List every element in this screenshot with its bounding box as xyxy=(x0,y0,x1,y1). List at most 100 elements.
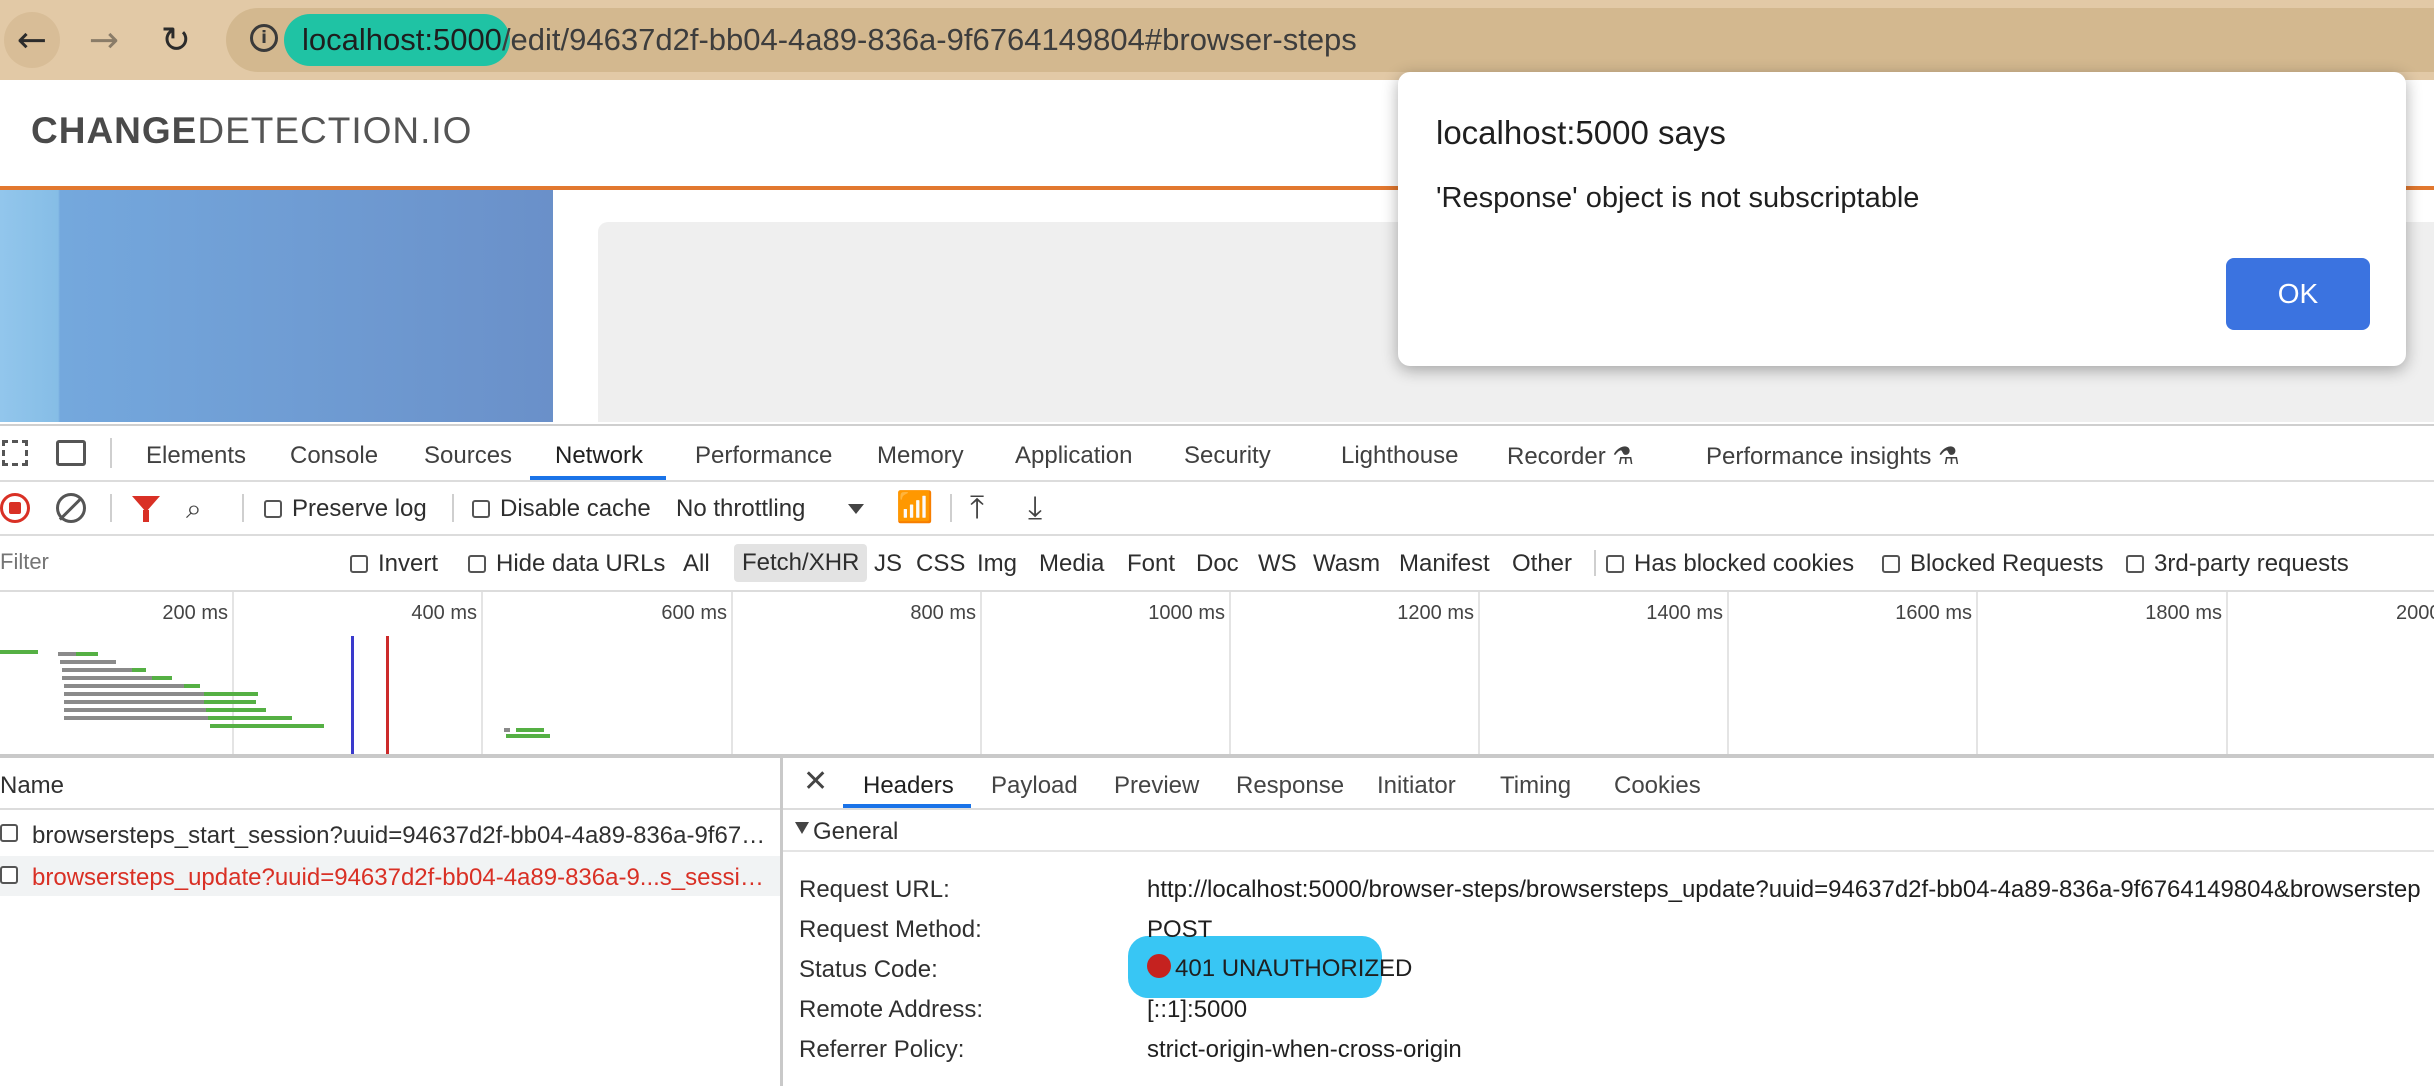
type-filter-css[interactable]: CSS xyxy=(916,550,965,578)
close-icon[interactable]: ✕ xyxy=(803,764,828,799)
timeline-gridline xyxy=(1478,592,1480,754)
address-bar[interactable]: i localhost:5000/edit/94637d2f-bb04-4a89… xyxy=(226,8,2434,72)
general-section-title: General xyxy=(813,818,899,845)
inspect-icon[interactable] xyxy=(2,440,28,466)
active-tab-indicator xyxy=(843,804,971,808)
tab-initiator[interactable]: Initiator xyxy=(1377,772,1456,800)
timeline-gridline xyxy=(232,592,234,754)
clear-icon[interactable] xyxy=(56,493,86,523)
timeline-bar xyxy=(184,684,200,688)
has-blocked-cookies-checkbox[interactable]: Has blocked cookies xyxy=(1606,550,1854,578)
invert-checkbox[interactable]: Invert xyxy=(350,550,438,578)
timeline-tick-label: 200 ms xyxy=(162,602,228,624)
forward-arrow-icon[interactable]: → xyxy=(76,12,132,68)
timeline-gridline xyxy=(1229,592,1231,754)
tab-preview[interactable]: Preview xyxy=(1114,772,1199,800)
upload-icon[interactable]: ⤒ xyxy=(970,488,984,527)
type-filter-manifest[interactable]: Manifest xyxy=(1399,550,1490,578)
network-toolbar: ⌕ Preserve log Disable cache No throttli… xyxy=(0,482,2434,536)
browser-toolbar: ← → ↻ i localhost:5000/edit/94637d2f-bb0… xyxy=(0,0,2434,80)
type-filter-font[interactable]: Font xyxy=(1127,550,1175,578)
tab-recorder[interactable]: Recorder ⚗ xyxy=(1507,442,1634,471)
type-filter-doc[interactable]: Doc xyxy=(1196,550,1239,578)
filter-input[interactable] xyxy=(0,544,320,580)
tab-response[interactable]: Response xyxy=(1236,772,1344,800)
device-toolbar-icon[interactable] xyxy=(56,440,86,466)
record-icon[interactable] xyxy=(0,493,30,523)
site-logo[interactable]: CHANGEDETECTION.IO xyxy=(31,110,472,152)
timeline-tick-label: 1000 ms xyxy=(1148,602,1225,624)
blocked-requests-checkbox[interactable]: Blocked Requests xyxy=(1882,550,2103,578)
tab-console[interactable]: Console xyxy=(290,442,378,470)
type-filter-wasm[interactable]: Wasm xyxy=(1313,550,1380,578)
type-filter-all[interactable]: All xyxy=(683,550,710,578)
timeline-bar xyxy=(0,650,38,654)
checkbox-box[interactable] xyxy=(2126,555,2144,573)
request-row-selected[interactable]: browsersteps_update?uuid=94637d2f-bb04-4… xyxy=(0,856,780,896)
checkbox-box[interactable] xyxy=(1606,555,1624,573)
divider xyxy=(452,494,454,522)
back-arrow-icon[interactable]: ← xyxy=(4,12,60,68)
blocked-requests-label: Blocked Requests xyxy=(1910,550,2104,577)
checkbox-box[interactable] xyxy=(350,555,368,573)
timeline-tick-label: 1200 ms xyxy=(1397,602,1474,624)
timeline-tick-label: 600 ms xyxy=(661,602,727,624)
site-info-icon[interactable]: i xyxy=(250,24,278,52)
name-column-header[interactable]: Name xyxy=(0,758,780,810)
timeline-gridline xyxy=(1727,592,1729,754)
tab-performance-insights[interactable]: Performance insights ⚗ xyxy=(1706,442,1960,471)
third-party-requests-label: 3rd-party requests xyxy=(2154,550,2349,577)
request-name-error: browsersteps_update?uuid=94637d2f-bb04-4… xyxy=(32,864,772,891)
type-filter-js[interactable]: JS xyxy=(874,550,902,578)
chevron-down-icon[interactable] xyxy=(848,504,864,514)
tab-security[interactable]: Security xyxy=(1184,442,1271,470)
tab-elements[interactable]: Elements xyxy=(146,442,246,470)
general-section-header[interactable]: General xyxy=(783,810,2434,852)
divider xyxy=(242,494,244,522)
network-conditions-icon[interactable]: 📶 xyxy=(896,490,933,525)
throttling-select[interactable]: No throttling xyxy=(676,495,805,523)
checkbox-box[interactable] xyxy=(264,500,282,518)
preserve-log-checkbox[interactable]: Preserve log xyxy=(264,495,427,523)
tab-headers[interactable]: Headers xyxy=(863,772,954,800)
network-timeline-overview[interactable]: 200 ms 400 ms 600 ms 800 ms 1000 ms 1200… xyxy=(0,592,2434,758)
tab-memory[interactable]: Memory xyxy=(877,442,964,470)
disable-cache-checkbox[interactable]: Disable cache xyxy=(472,495,651,523)
disable-cache-label: Disable cache xyxy=(500,495,651,522)
hide-data-urls-checkbox[interactable]: Hide data URLs xyxy=(468,550,665,578)
tab-network[interactable]: Network xyxy=(555,442,643,470)
download-icon[interactable]: ⤓ xyxy=(1028,488,1042,527)
status-code-value: 401 UNAUTHORIZED xyxy=(1147,954,1412,983)
type-filter-ws[interactable]: WS xyxy=(1258,550,1297,578)
tab-payload[interactable]: Payload xyxy=(991,772,1078,800)
timeline-gridline xyxy=(731,592,733,754)
tab-application[interactable]: Application xyxy=(1015,442,1132,470)
tab-cookies[interactable]: Cookies xyxy=(1614,772,1701,800)
tab-recorder-label: Recorder xyxy=(1507,443,1606,470)
devtools-tabbar: Elements Console Sources Network Perform… xyxy=(0,426,2434,482)
alert-dialog: localhost:5000 says 'Response' object is… xyxy=(1398,72,2406,366)
tab-sources[interactable]: Sources xyxy=(424,442,512,470)
timeline-tick-label: 1600 ms xyxy=(1895,602,1972,624)
type-filter-media[interactable]: Media xyxy=(1039,550,1104,578)
reload-icon[interactable]: ↻ xyxy=(148,12,204,68)
preserve-log-label: Preserve log xyxy=(292,495,427,522)
ok-button[interactable]: OK xyxy=(2226,258,2370,330)
third-party-requests-checkbox[interactable]: 3rd-party requests xyxy=(2126,550,2349,578)
divider xyxy=(110,438,112,468)
search-icon[interactable]: ⌕ xyxy=(186,492,202,526)
timeline-gridline xyxy=(1976,592,1978,754)
tab-performance[interactable]: Performance xyxy=(695,442,832,470)
checkbox-box[interactable] xyxy=(472,500,490,518)
type-filter-img[interactable]: Img xyxy=(977,550,1017,578)
filter-icon[interactable] xyxy=(132,496,160,522)
tab-lighthouse[interactable]: Lighthouse xyxy=(1341,442,1458,470)
timeline-bar xyxy=(204,700,256,704)
type-filter-other[interactable]: Other xyxy=(1512,550,1572,578)
tab-timing[interactable]: Timing xyxy=(1500,772,1571,800)
alert-message: 'Response' object is not subscriptable xyxy=(1436,182,1920,214)
checkbox-box[interactable] xyxy=(1882,555,1900,573)
type-filter-fetch-xhr[interactable]: Fetch/XHR xyxy=(734,544,868,582)
request-row[interactable]: browsersteps_start_session?uuid=94637d2f… xyxy=(0,814,780,854)
checkbox-box[interactable] xyxy=(468,555,486,573)
